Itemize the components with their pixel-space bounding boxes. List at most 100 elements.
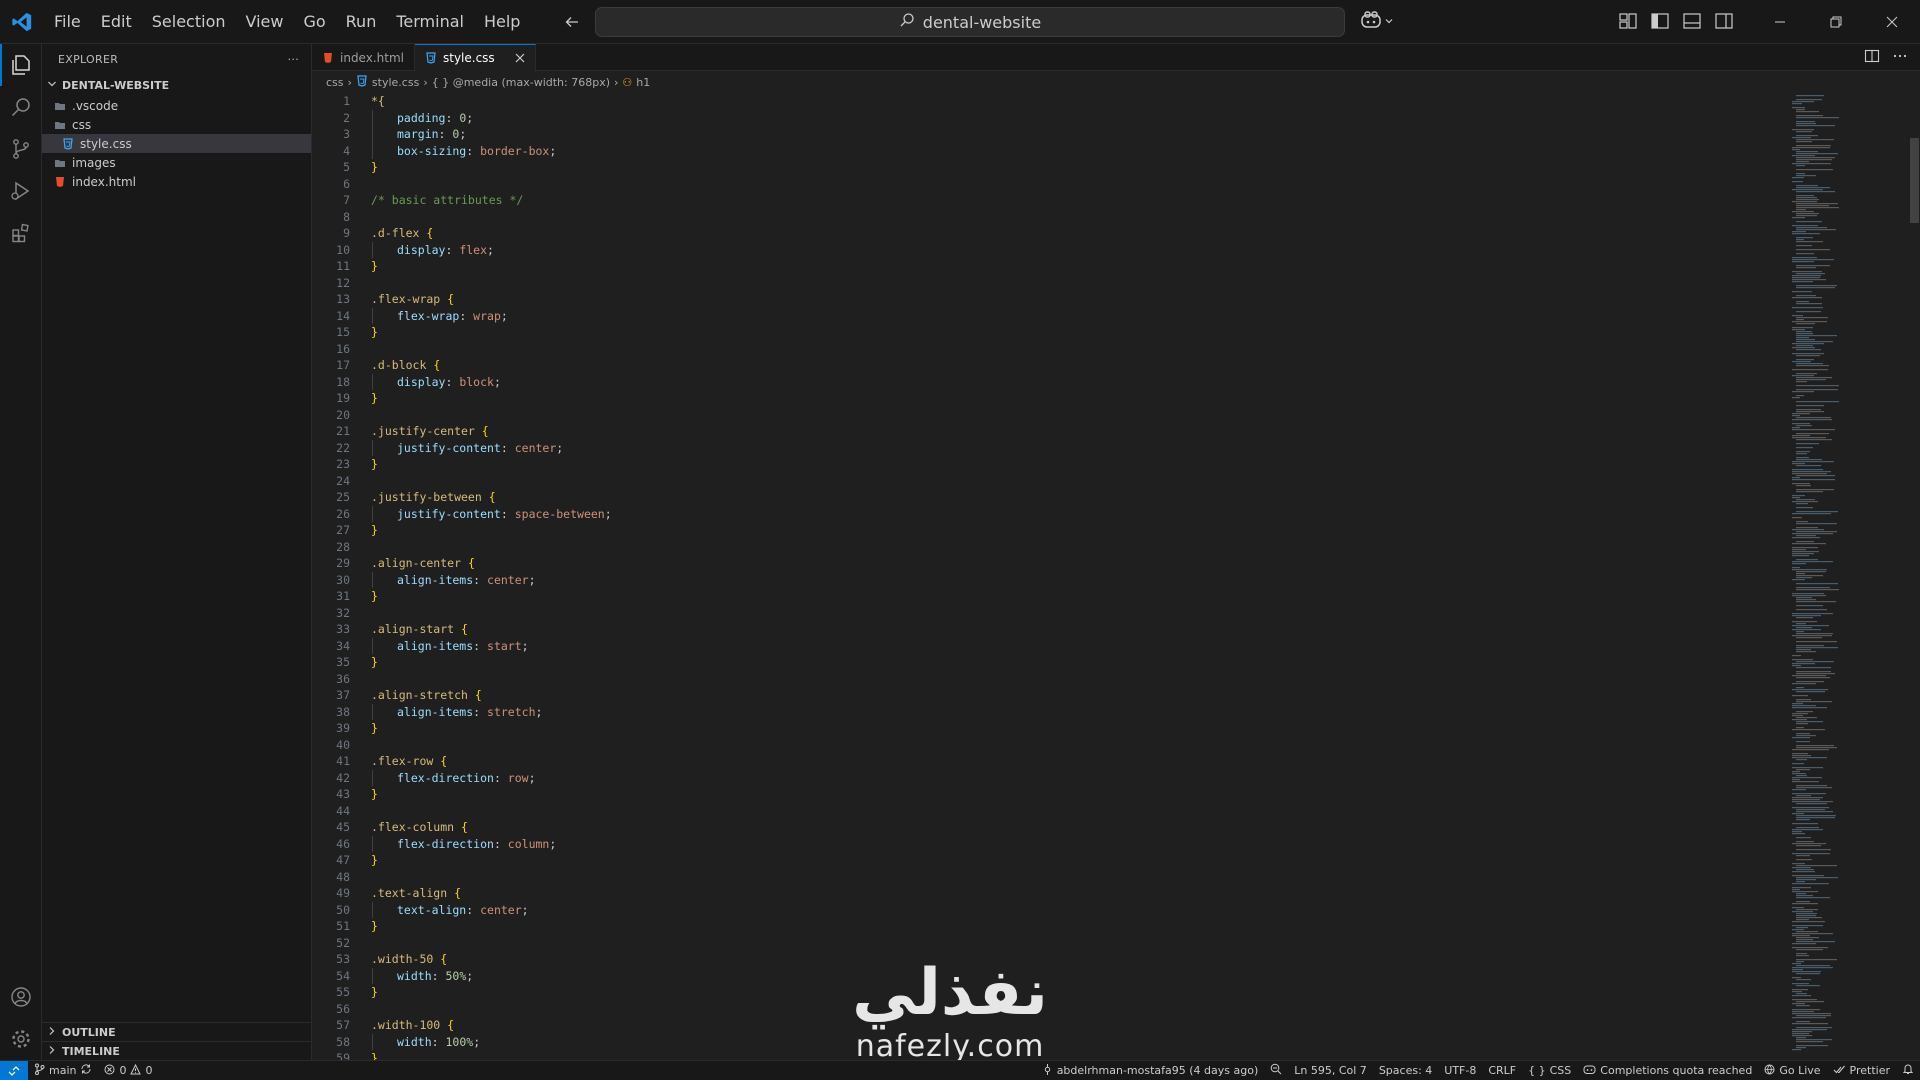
- workspace-root[interactable]: DENTAL-WEBSITE: [42, 74, 311, 96]
- activity-bar-bottom: [0, 976, 42, 1060]
- minimap-line: [1796, 775, 1807, 777]
- warning-count: 0: [145, 1064, 153, 1077]
- copilot-menu[interactable]: [1360, 10, 1394, 34]
- toggle-secondary-sidebar-icon[interactable]: [1713, 10, 1735, 32]
- tab-index-html[interactable]: index.html: [312, 44, 415, 71]
- code-line: 35}: [312, 654, 1772, 671]
- menu-terminal[interactable]: Terminal: [386, 7, 474, 37]
- gear-icon[interactable]: [0, 1018, 42, 1060]
- copilot-status[interactable]: Completions quota reached: [1577, 1061, 1758, 1080]
- minimap-line: [1792, 705, 1816, 707]
- run-debug-icon[interactable]: [0, 170, 42, 212]
- code-token: column: [507, 836, 550, 851]
- cursor-position[interactable]: Ln 595, Col 7: [1288, 1061, 1373, 1080]
- editor-scrollbar[interactable]: [1908, 93, 1920, 1060]
- menu-file[interactable]: File: [44, 7, 91, 37]
- breadcrumb-folder[interactable]: css: [326, 76, 344, 89]
- explorer-icon[interactable]: [0, 44, 42, 86]
- command-center-search[interactable]: dental-website: [595, 7, 1345, 37]
- line-ending[interactable]: CRLF: [1482, 1061, 1522, 1080]
- minimap-line: [1796, 453, 1807, 455]
- file-encoding[interactable]: UTF-8: [1438, 1061, 1482, 1080]
- minimap-line: [1792, 107, 1805, 109]
- toggle-panel-icon[interactable]: [1681, 10, 1703, 32]
- git-commit-icon: [1042, 1063, 1053, 1078]
- code-line: 58 width: 100%;: [312, 1033, 1772, 1051]
- menu-edit[interactable]: Edit: [91, 7, 142, 37]
- minimap-line: [1796, 311, 1821, 313]
- code-text: .width-100 {: [352, 1017, 454, 1034]
- go-live-button[interactable]: Go Live: [1758, 1061, 1826, 1080]
- tree-item-index-html[interactable]: index.html: [42, 172, 311, 191]
- customize-layout-icon[interactable]: [1617, 10, 1639, 32]
- breadcrumb-media-query[interactable]: { } @media (max-width: 768px): [432, 76, 610, 89]
- minimap[interactable]: [1790, 93, 1908, 1060]
- outline-section[interactable]: OUTLINE: [42, 1022, 312, 1041]
- code-token: :: [459, 308, 474, 323]
- scrollbar-thumb[interactable]: [1910, 138, 1919, 223]
- minimap-line: [1792, 989, 1808, 991]
- tree-item-css[interactable]: css: [42, 115, 311, 134]
- code-editor[interactable]: 1 *{2 padding: 0; 3 margin: 0; 4 box-sizing: b…: [312, 93, 1772, 1060]
- minimap-line: [1796, 197, 1817, 199]
- menu-run[interactable]: Run: [336, 7, 387, 37]
- menu-view[interactable]: View: [236, 7, 294, 37]
- line-number: 15: [336, 325, 350, 339]
- editor-more-actions-icon[interactable]: [1892, 48, 1908, 68]
- toggle-primary-sidebar-icon[interactable]: [1649, 10, 1671, 32]
- tree-item-images[interactable]: images: [42, 153, 311, 172]
- minimap-line: [1796, 645, 1824, 647]
- code-text: }: [352, 786, 378, 803]
- close-tab-icon[interactable]: [515, 53, 525, 63]
- tab-style-css[interactable]: style.css: [414, 44, 536, 71]
- zoom-indicator[interactable]: [1264, 1061, 1288, 1080]
- menu-go[interactable]: Go: [293, 7, 335, 37]
- minimap-line: [1796, 185, 1818, 187]
- minimap-line: [1792, 397, 1800, 399]
- split-editor-icon[interactable]: [1864, 48, 1880, 68]
- remote-indicator-icon[interactable]: [0, 1060, 28, 1080]
- source-control-icon[interactable]: [0, 128, 42, 170]
- code-token: center: [480, 902, 522, 917]
- line-number: 55: [336, 985, 350, 999]
- menu-selection[interactable]: Selection: [142, 7, 236, 37]
- indentation[interactable]: Spaces: 4: [1373, 1061, 1438, 1080]
- minimap-line: [1792, 995, 1811, 997]
- copilot-icon: [1360, 10, 1382, 34]
- code-token: .flex-column: [371, 820, 462, 834]
- notifications-button[interactable]: [1896, 1061, 1920, 1080]
- minimize-icon[interactable]: [1752, 0, 1808, 44]
- back-arrow-icon[interactable]: [560, 10, 584, 34]
- git-branch[interactable]: main: [28, 1061, 98, 1080]
- minimap-line: [1796, 877, 1838, 879]
- code-token: :: [493, 836, 508, 851]
- minimap-line: [1796, 339, 1815, 341]
- prettier-status[interactable]: Prettier: [1827, 1061, 1896, 1080]
- line-number: 17: [336, 358, 350, 372]
- minimap-line: [1792, 801, 1833, 803]
- menu-help[interactable]: Help: [474, 7, 530, 37]
- extensions-icon[interactable]: [0, 212, 42, 254]
- more-actions-icon[interactable]: ···: [288, 53, 299, 66]
- account-icon[interactable]: [0, 976, 42, 1018]
- search-icon[interactable]: [0, 86, 42, 128]
- problems-indicator[interactable]: 0 0: [98, 1061, 158, 1080]
- sidebar-title: EXPLORER: [58, 52, 119, 66]
- chevron-right-icon: [46, 1044, 58, 1059]
- minimap-line: [1796, 209, 1806, 211]
- code-token: align-items: [397, 572, 474, 587]
- tree-item-vscode[interactable]: .vscode: [42, 96, 311, 115]
- timeline-section[interactable]: TIMELINE: [42, 1041, 312, 1060]
- breadcrumb-symbol[interactable]: h1: [636, 76, 650, 89]
- close-window-icon[interactable]: [1864, 0, 1920, 44]
- code-text: }: [352, 522, 378, 539]
- tree-item-style-css[interactable]: style.css: [42, 134, 311, 153]
- restore-icon[interactable]: [1808, 0, 1864, 44]
- tree-item-label: style.css: [80, 136, 132, 151]
- minimap-line: [1792, 853, 1830, 855]
- git-blame[interactable]: abdelrhman-mostafa95 (4 days ago): [1036, 1061, 1265, 1080]
- language-mode[interactable]: { } CSS: [1522, 1061, 1577, 1080]
- breadcrumb-file[interactable]: style.css: [372, 76, 419, 89]
- minimap-line: [1796, 411, 1824, 413]
